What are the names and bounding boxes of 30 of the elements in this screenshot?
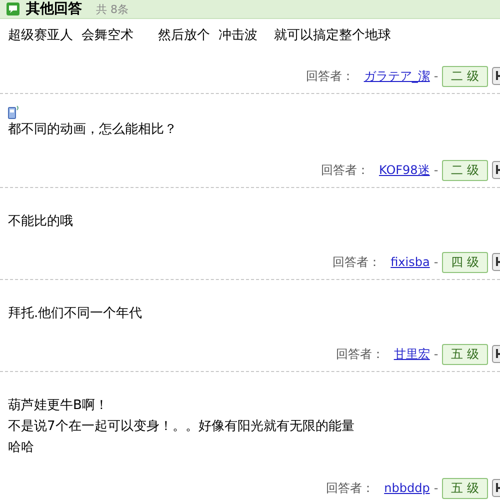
level-badge: 二 级: [442, 160, 488, 180]
level-badge: 二 级: [442, 66, 488, 86]
speech-bubble-icon: [6, 2, 20, 16]
answerer-label: 回答者：: [326, 480, 374, 496]
answer-text: 葫芦娃更牛B啊！: [8, 397, 109, 415]
level-badge: 四 级: [442, 252, 488, 272]
answer-text: 不能比的哦: [8, 213, 74, 231]
level-badge: 五 级: [442, 478, 488, 498]
answer-count: 共 8条: [96, 2, 128, 16]
answer-text: 都不同的动画，怎么能相比？: [8, 121, 178, 139]
separator-dash: -: [434, 255, 438, 269]
answer-text: 不是说7个在一起可以变身！。。好像有阳光就有无限的能量: [8, 418, 356, 436]
section-title: 其他回答: [26, 0, 82, 18]
separator-dash: -: [434, 69, 438, 83]
answer-text: 哈哈: [8, 439, 35, 457]
answerer-label: 回答者：: [306, 68, 354, 84]
answer-text: 超级赛亚人 会舞空术 然后放个 冲击波 就可以搞定整个地球: [8, 27, 392, 45]
level-badge: 五 级: [442, 344, 488, 364]
separator-dash: -: [434, 163, 438, 177]
username-link[interactable]: 甘里宏: [394, 346, 430, 362]
answer-text: 拜托.他们不同一个年代: [8, 305, 144, 323]
username-link[interactable]: fixisba: [390, 255, 430, 269]
separator-dash: -: [434, 347, 438, 361]
username-link[interactable]: KOF98迷: [378, 162, 430, 178]
username-link[interactable]: nbbddp: [384, 481, 430, 495]
separator-dash: -: [434, 481, 438, 495]
answerer-label: 回答者：: [336, 346, 384, 362]
username-link[interactable]: ガラテア_潔: [364, 68, 430, 84]
answerer-label: 回答者：: [320, 162, 369, 178]
answerer-label: 回答者：: [332, 254, 381, 270]
